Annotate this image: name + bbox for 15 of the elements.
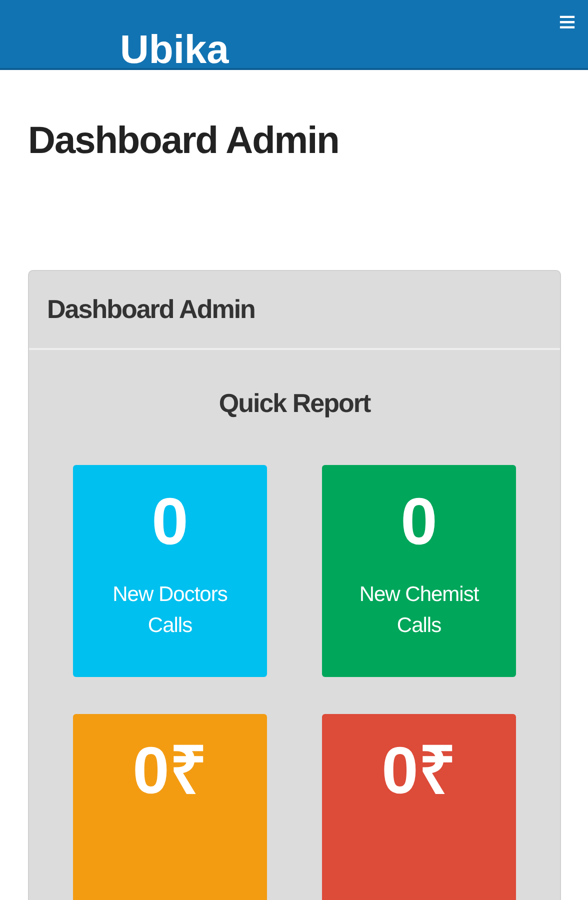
stat-label: New Chemist Calls <box>358 582 480 639</box>
stat-value: 0 <box>152 485 188 557</box>
logo[interactable]: Ubika <box>120 32 229 68</box>
stat-value: 0₹ <box>382 734 456 806</box>
stat-tile[interactable]: 0₹ <box>73 714 267 900</box>
stat-tile[interactable]: 0₹ <box>322 714 516 900</box>
stat-tile[interactable]: 0 New Doctors Calls <box>73 465 267 677</box>
stat-label: New Doctors Calls <box>112 582 228 639</box>
panel-title: Dashboard Admin <box>47 294 255 325</box>
section-title: Quick Report <box>218 388 372 419</box>
stat-value: 0 <box>400 485 438 557</box>
menu-button[interactable]: ≡ <box>558 8 576 38</box>
page-title: Dashboard Admin <box>28 120 340 164</box>
stat-value: 0₹ <box>132 734 208 806</box>
stat-tile[interactable]: 0 New Chemist Calls <box>322 465 516 677</box>
